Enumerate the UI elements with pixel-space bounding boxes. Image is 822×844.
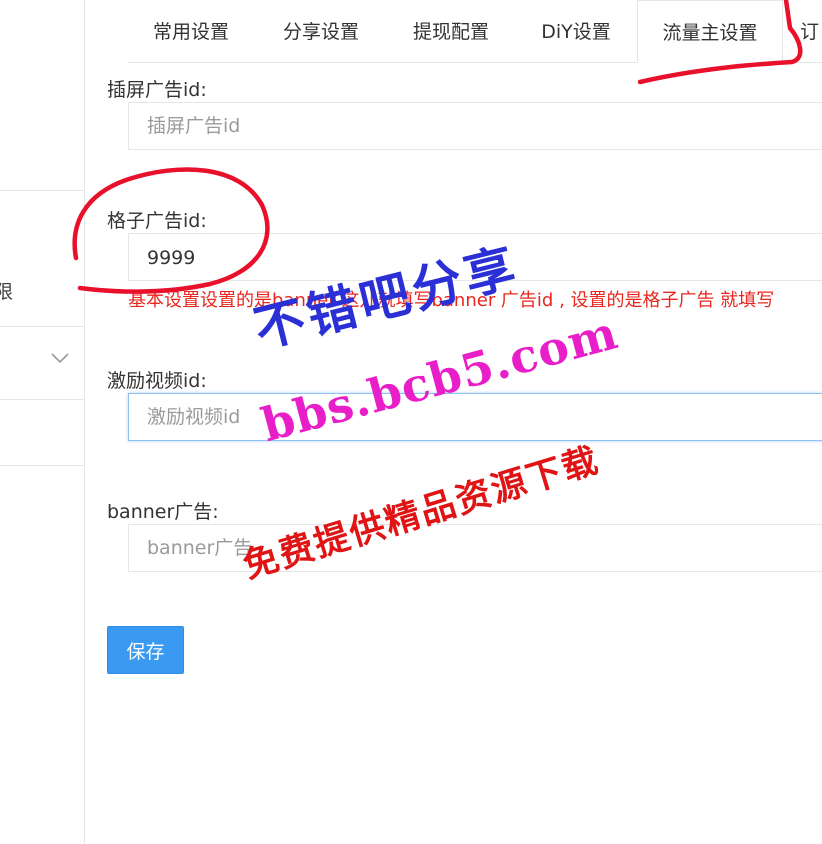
chevron-down-icon <box>51 353 69 364</box>
sidebar-item-label[interactable]: 限 <box>0 277 13 304</box>
reward-video-label: 激励视频id: <box>107 370 207 392</box>
interstitial-ad-input[interactable] <box>128 102 822 150</box>
grid-ad-label: 格子广告id: <box>107 210 207 232</box>
settings-page: 限 常用设置 分享设置 提现配置 DiY设置 流量主设置 订 插屏广告id: 格… <box>0 0 822 844</box>
sidebar-dropdown[interactable] <box>0 326 84 400</box>
tab-share-settings[interactable]: 分享设置 <box>258 0 384 62</box>
settings-tabs: 常用设置 分享设置 提现配置 DiY设置 流量主设置 订 <box>128 0 822 63</box>
sidebar-divider <box>0 465 84 466</box>
tab-common-settings[interactable]: 常用设置 <box>128 0 254 62</box>
banner-ad-input[interactable] <box>128 524 822 572</box>
grid-ad-input[interactable]: 9999 <box>128 233 822 281</box>
reward-video-input[interactable] <box>128 393 822 441</box>
sidebar: 限 <box>0 0 85 844</box>
save-button[interactable]: 保存 <box>107 626 184 674</box>
tab-more[interactable]: 订 <box>800 0 822 62</box>
banner-ad-label: banner广告: <box>107 501 219 523</box>
tab-diy-settings[interactable]: DiY设置 <box>518 0 634 62</box>
grid-ad-hint: 基本设置设置的是banner 这儿就填写banner 广告id , 设置的是格子… <box>128 290 775 311</box>
sidebar-divider <box>0 190 84 191</box>
interstitial-ad-label: 插屏广告id: <box>107 79 207 101</box>
tab-traffic-owner-settings[interactable]: 流量主设置 <box>637 0 783 63</box>
tab-withdraw-config[interactable]: 提现配置 <box>388 0 514 62</box>
